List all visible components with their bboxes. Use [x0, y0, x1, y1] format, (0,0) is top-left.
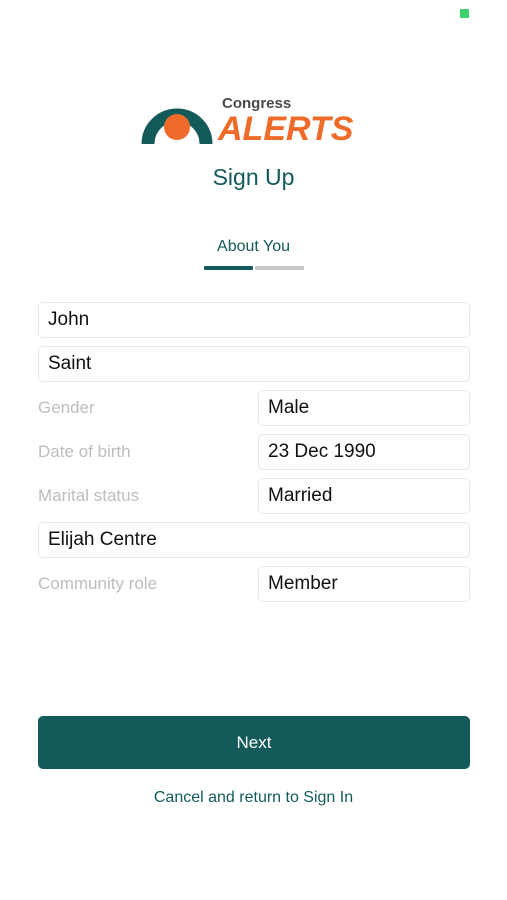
cancel-link[interactable]: Cancel and return to Sign In: [0, 789, 507, 807]
logo-main-text: ALERTS: [217, 110, 354, 148]
gender-label: Gender: [38, 398, 95, 417]
gender-select[interactable]: Male: [258, 390, 470, 426]
first-name-field[interactable]: John: [38, 302, 470, 338]
last-name-field[interactable]: Saint: [38, 346, 470, 382]
next-button[interactable]: Next: [38, 716, 470, 769]
community-role-label: Community role: [38, 574, 158, 593]
step-progress-inactive: [255, 266, 304, 270]
community-field[interactable]: Elijah Centre: [38, 522, 470, 558]
logo-dot: [164, 114, 190, 140]
marital-status-label: Marital status: [38, 486, 140, 505]
community-role-select[interactable]: Member: [258, 566, 470, 602]
page-title: Sign Up: [212, 164, 295, 190]
date-of-birth-field[interactable]: 23 Dec 1990: [258, 434, 470, 470]
congress-alerts-logo: Congress ALERTS: [141, 95, 354, 148]
status-indicator: [460, 9, 469, 18]
step-label: About You: [217, 238, 290, 255]
date-of-birth-label: Date of birth: [38, 442, 131, 461]
marital-status-select[interactable]: Married: [258, 478, 470, 514]
step-progress-active: [204, 266, 253, 270]
